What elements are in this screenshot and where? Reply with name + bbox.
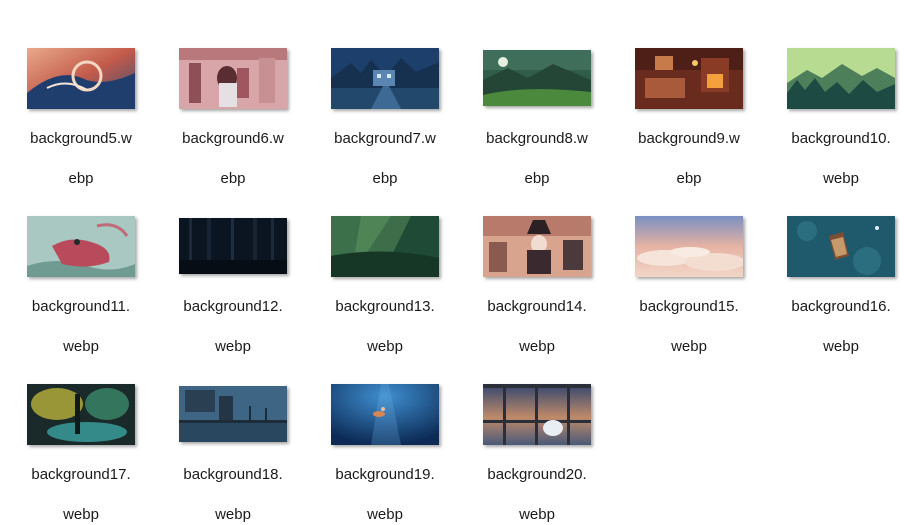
file-name-line1: background12. bbox=[183, 298, 283, 315]
file-name-line1: background7.w bbox=[334, 130, 436, 147]
file-name-line1: background17. bbox=[31, 466, 131, 483]
image-thumbnail-creature[interactable] bbox=[27, 215, 135, 277]
file-name-line2: ebp bbox=[676, 170, 702, 187]
file-name-line2: webp bbox=[63, 338, 99, 355]
file-name-line1: background14. bbox=[487, 298, 587, 315]
image-thumbnail-green-valley[interactable] bbox=[483, 50, 591, 106]
file-item-background13[interactable]: background13. webp bbox=[309, 208, 461, 355]
file-name-line1: background10. bbox=[791, 130, 891, 147]
file-name-line1: background8.w bbox=[486, 130, 588, 147]
file-name-line1: background6.w bbox=[182, 130, 284, 147]
image-thumbnail-anime-girl[interactable] bbox=[179, 47, 287, 109]
file-name-line1: background18. bbox=[183, 466, 283, 483]
image-thumbnail-night-street[interactable] bbox=[331, 47, 439, 109]
image-thumbnail-boat[interactable] bbox=[787, 215, 895, 277]
file-item-background9[interactable]: background9.w ebp bbox=[613, 40, 765, 187]
file-item-background16[interactable]: background16. webp bbox=[765, 208, 911, 355]
file-item-background12[interactable]: background12. webp bbox=[157, 208, 309, 355]
image-thumbnail-window-city[interactable] bbox=[483, 383, 591, 445]
file-item-background7[interactable]: background7.w ebp bbox=[309, 40, 461, 187]
file-name-line2: webp bbox=[519, 338, 555, 355]
file-name-line1: background9.w bbox=[638, 130, 740, 147]
image-thumbnail-cozy-room[interactable] bbox=[635, 47, 743, 109]
file-item-background15[interactable]: background15. webp bbox=[613, 208, 765, 355]
image-thumbnail-witch[interactable] bbox=[483, 215, 591, 277]
file-item-background10[interactable]: background10. webp bbox=[765, 40, 911, 187]
file-name-line1: background15. bbox=[639, 298, 739, 315]
image-thumbnail-glowing-forest[interactable] bbox=[27, 383, 135, 445]
file-name-line2: webp bbox=[823, 338, 859, 355]
file-name-line2: webp bbox=[367, 506, 403, 523]
file-name-line2: ebp bbox=[68, 170, 94, 187]
file-name-line2: ebp bbox=[524, 170, 550, 187]
file-grid: background5.w ebp background6.w ebp back… bbox=[0, 0, 911, 523]
file-item-background11[interactable]: background11. webp bbox=[5, 208, 157, 355]
image-thumbnail-wave[interactable] bbox=[27, 47, 135, 109]
image-thumbnail-dark-forest[interactable] bbox=[179, 218, 287, 274]
file-name-line2: ebp bbox=[220, 170, 246, 187]
file-item-background17[interactable]: background17. webp bbox=[5, 376, 157, 523]
image-thumbnail-mountain-forest[interactable] bbox=[787, 47, 895, 109]
file-name-line2: webp bbox=[823, 170, 859, 187]
file-name-line2: webp bbox=[671, 338, 707, 355]
file-name-line1: background19. bbox=[335, 466, 435, 483]
file-name-line2: webp bbox=[63, 506, 99, 523]
file-name-line1: background13. bbox=[335, 298, 435, 315]
image-thumbnail-clouds[interactable] bbox=[635, 215, 743, 277]
file-item-background5[interactable]: background5.w ebp bbox=[5, 40, 157, 187]
file-name-line1: background11. bbox=[31, 298, 131, 315]
file-item-background14[interactable]: background14. webp bbox=[461, 208, 613, 355]
file-name-line1: background5.w bbox=[30, 130, 132, 147]
file-name-line2: webp bbox=[215, 506, 251, 523]
file-item-background19[interactable]: background19. webp bbox=[309, 376, 461, 523]
image-thumbnail-underwater[interactable] bbox=[331, 383, 439, 445]
file-name-line2: webp bbox=[215, 338, 251, 355]
file-name-line2: webp bbox=[519, 506, 555, 523]
image-thumbnail-pier[interactable] bbox=[179, 386, 287, 442]
file-name-line1: background20. bbox=[487, 466, 587, 483]
file-item-background8[interactable]: background8.w ebp bbox=[461, 40, 613, 187]
file-name-line2: webp bbox=[367, 338, 403, 355]
file-item-background20[interactable]: background20. webp bbox=[461, 376, 613, 523]
image-thumbnail-sunlit-forest[interactable] bbox=[331, 215, 439, 277]
file-name-line2: ebp bbox=[372, 170, 398, 187]
file-name-line1: background16. bbox=[791, 298, 891, 315]
file-item-background18[interactable]: background18. webp bbox=[157, 376, 309, 523]
file-item-background6[interactable]: background6.w ebp bbox=[157, 40, 309, 187]
